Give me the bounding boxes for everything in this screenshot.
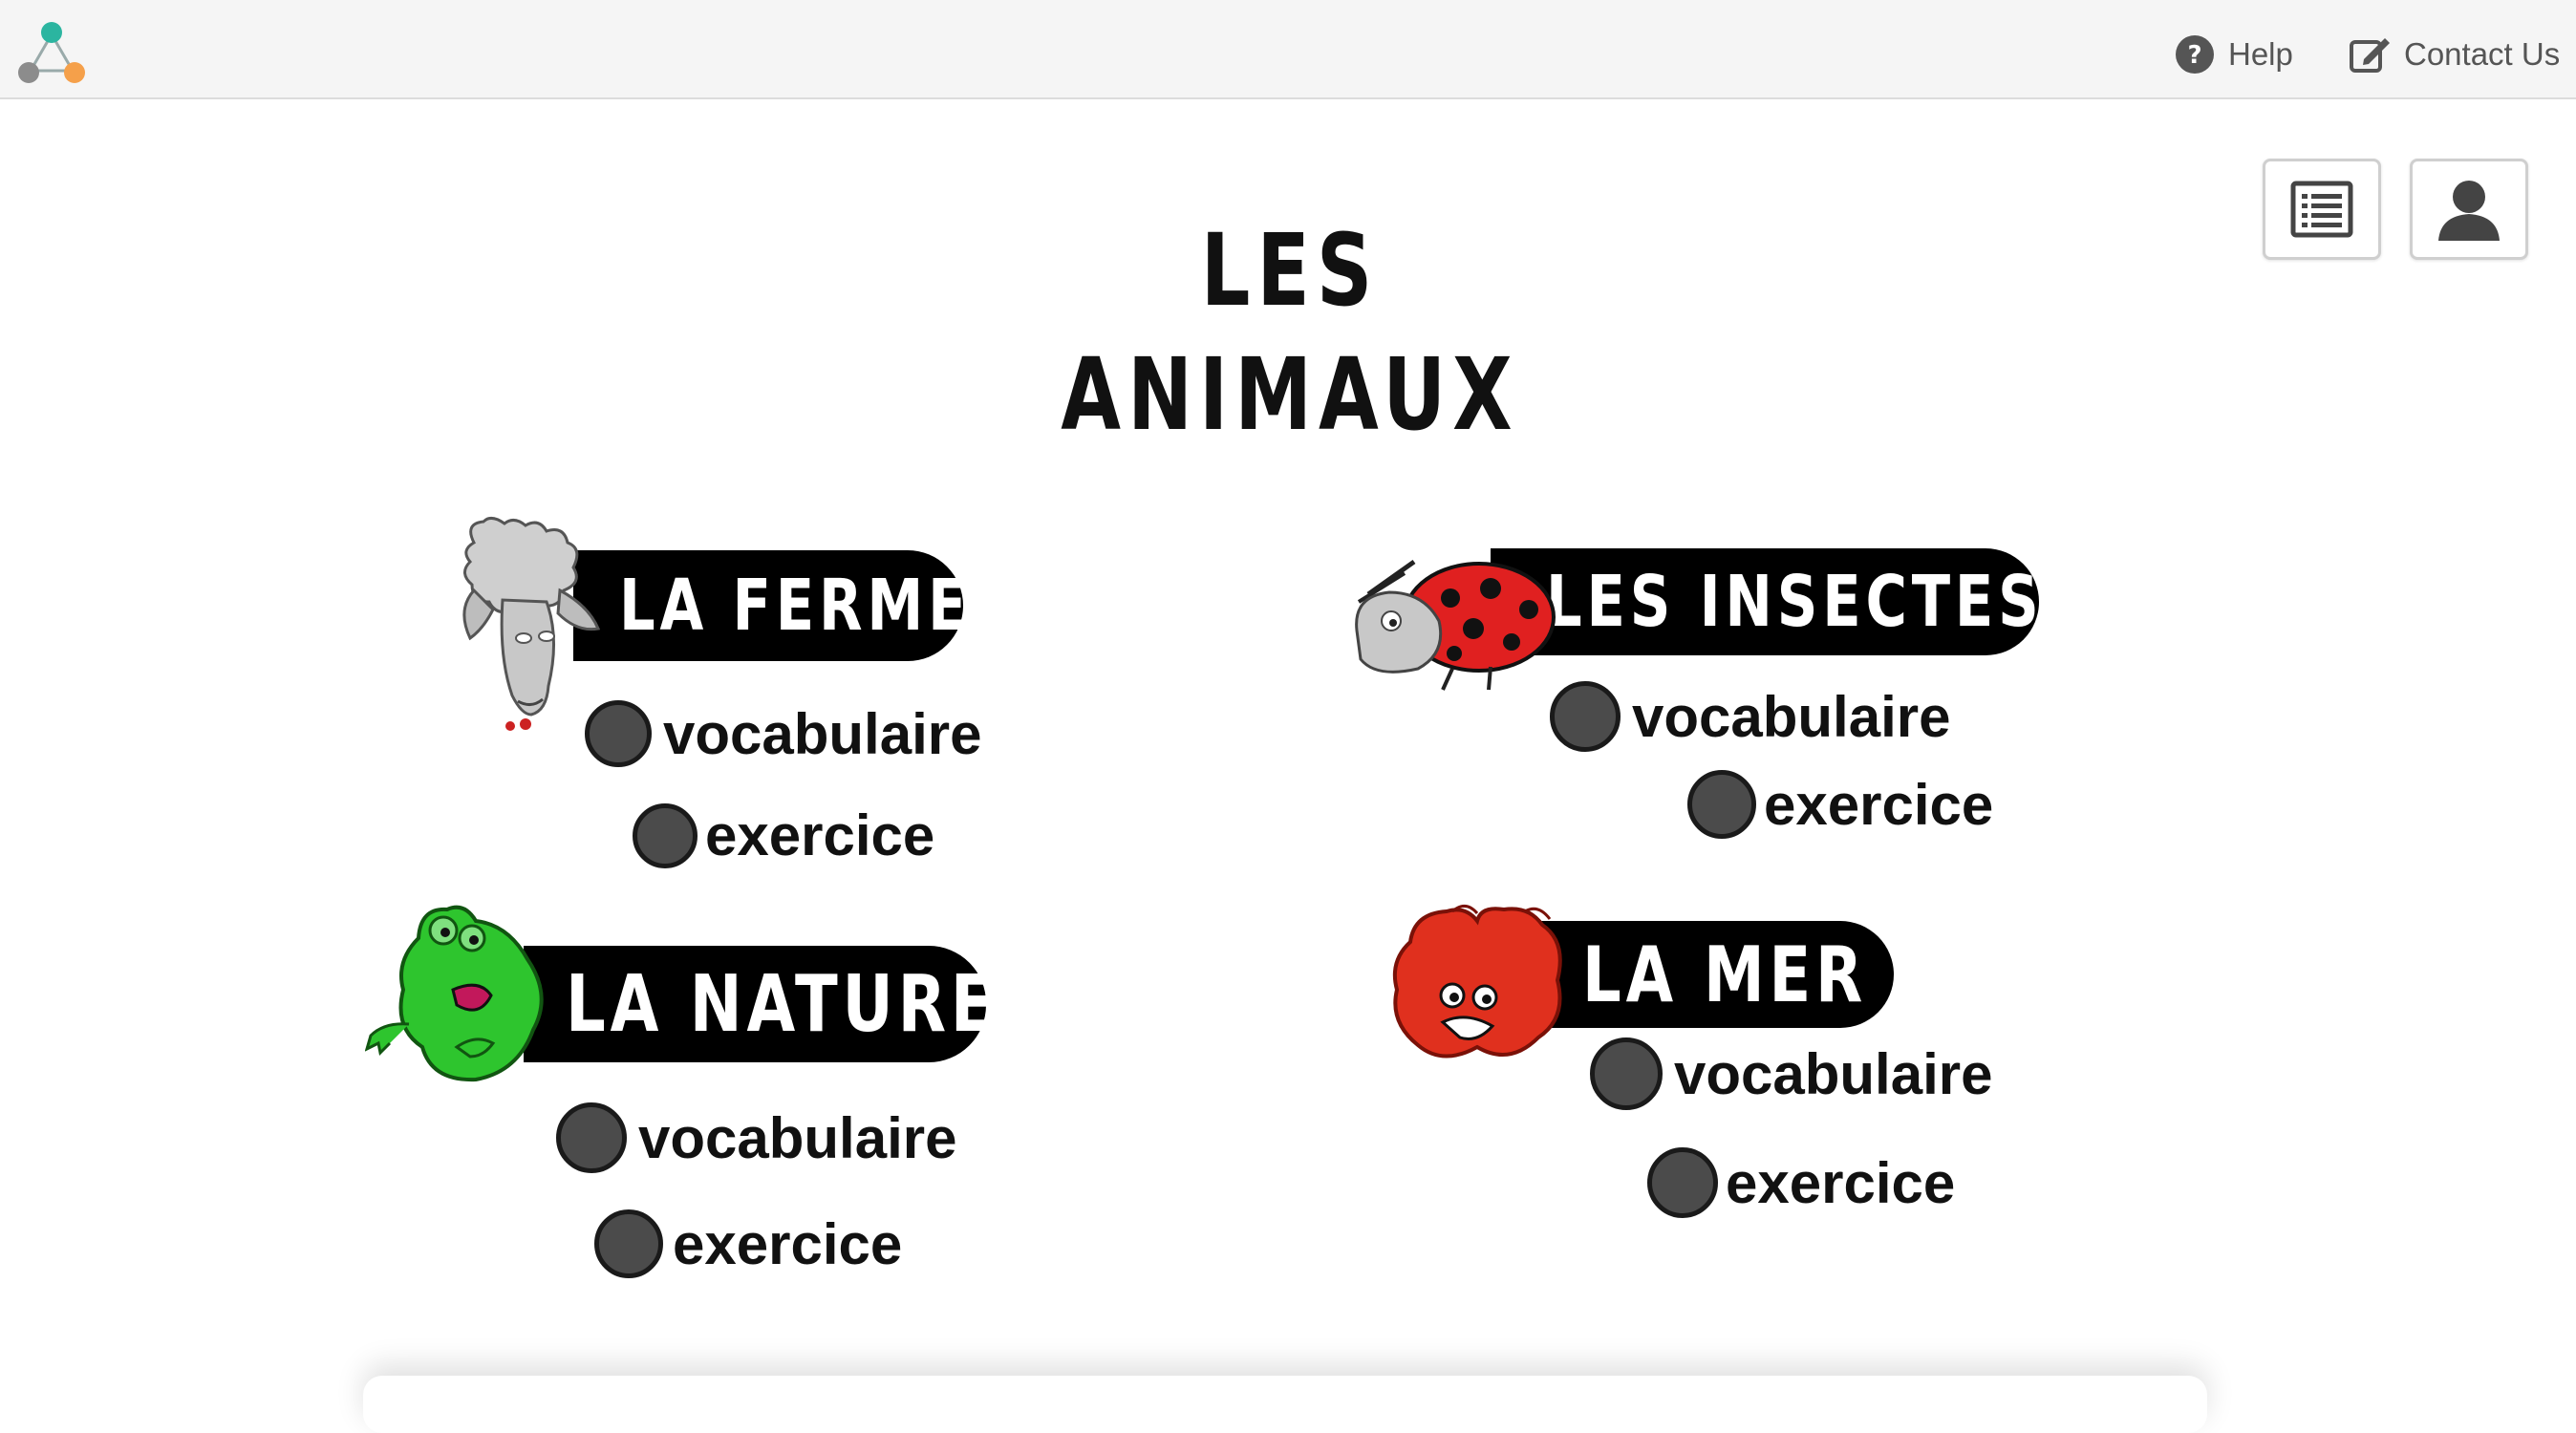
category-la-ferme[interactable]: LA FERME (573, 550, 967, 661)
svg-text:?: ? (2187, 41, 2201, 70)
contact-label: Contact Us (2404, 36, 2561, 72)
category-title: LA FERME (619, 565, 972, 647)
radio-button[interactable] (585, 700, 652, 767)
crab-icon (1392, 905, 1562, 1059)
la-mer-vocabulaire-option[interactable]: vocabulaire (1590, 1037, 1993, 1110)
option-label: vocabulaire (1632, 684, 1951, 749)
radio-button[interactable] (1590, 1037, 1663, 1110)
radio-button[interactable] (1687, 770, 1756, 839)
radio-button[interactable] (1647, 1147, 1718, 1218)
option-label: vocabulaire (638, 1105, 957, 1170)
option-label: exercice (705, 803, 935, 867)
user-icon (2438, 181, 2500, 241)
category-title: LA MER (1582, 930, 1868, 1019)
edit-icon (2350, 38, 2390, 73)
top-bar: ? Help Contact Us (0, 0, 2576, 99)
radio-button[interactable] (1550, 681, 1621, 752)
option-label: exercice (1764, 772, 1994, 837)
bottom-panel (363, 1376, 2207, 1433)
page-title: LES ANIMAUX (1061, 212, 1519, 453)
les-insectes-exercice-option[interactable]: exercice (1687, 770, 1993, 839)
help-label: Help (2228, 36, 2293, 72)
radio-button[interactable] (556, 1102, 627, 1173)
list-button[interactable] (2263, 159, 2381, 260)
radio-button[interactable] (633, 802, 698, 868)
category-les-insectes[interactable]: LES INSECTES (1491, 548, 2039, 655)
option-label: vocabulaire (1674, 1041, 1993, 1106)
option-label: exercice (1726, 1150, 1956, 1215)
category-title: LES INSECTES (1546, 561, 2044, 643)
la-nature-vocabulaire-option[interactable]: vocabulaire (556, 1102, 957, 1173)
la-nature-exercice-option[interactable]: exercice (594, 1209, 902, 1278)
les-insectes-vocabulaire-option[interactable]: vocabulaire (1550, 681, 1951, 752)
help-link[interactable]: ? Help (2175, 31, 2293, 78)
frog-icon (365, 905, 544, 1082)
la-mer-exercice-option[interactable]: exercice (1647, 1147, 1955, 1218)
category-title: LA NATURE (566, 958, 998, 1050)
ladybug-icon (1355, 559, 1556, 691)
option-label: exercice (673, 1211, 903, 1276)
question-circle-icon: ? (2176, 35, 2214, 74)
radio-button[interactable] (594, 1209, 663, 1278)
contact-link[interactable]: Contact Us (2349, 31, 2560, 78)
list-icon (2290, 181, 2353, 238)
option-label: vocabulaire (663, 701, 982, 766)
app-logo-icon[interactable] (13, 19, 90, 88)
category-la-nature[interactable]: LA NATURE (524, 946, 994, 1062)
la-ferme-vocabulaire-option[interactable]: vocabulaire (585, 700, 982, 767)
user-button[interactable] (2410, 159, 2528, 260)
la-ferme-exercice-option[interactable]: exercice (633, 802, 934, 868)
